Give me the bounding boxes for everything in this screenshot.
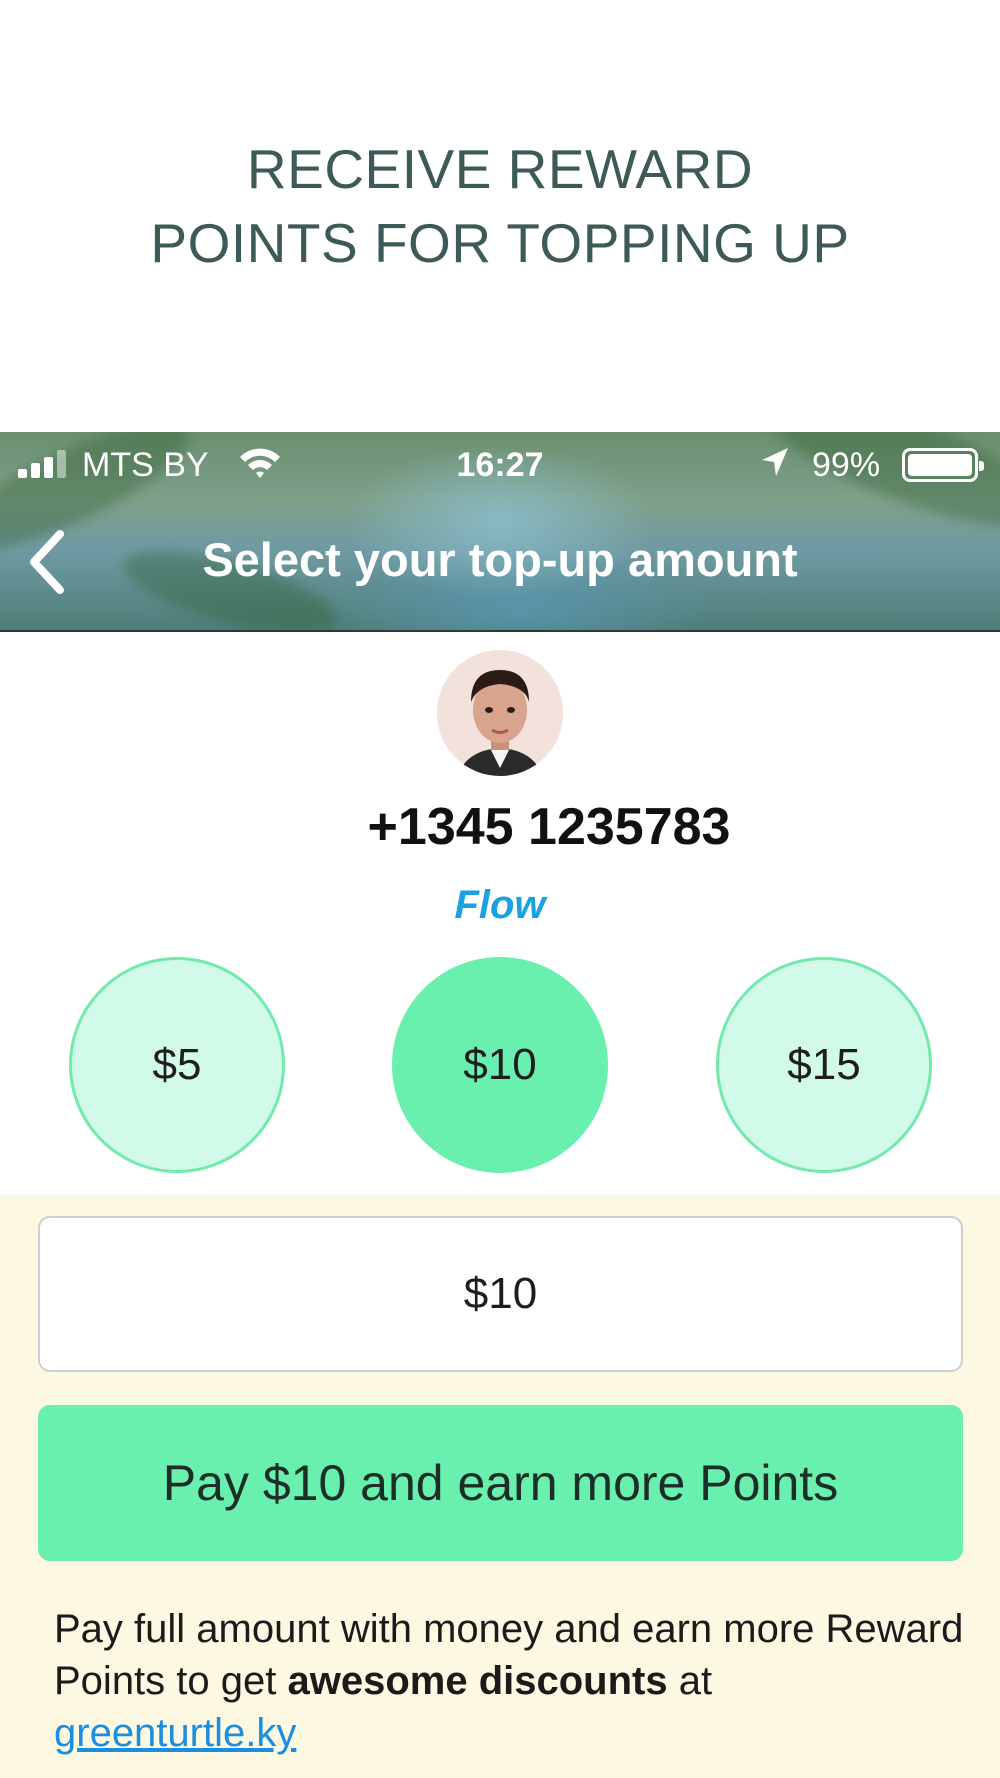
contact-avatar [437, 650, 563, 776]
battery-percent: 99% [812, 446, 881, 484]
status-bar: MTS BY 16:27 99% [0, 432, 1000, 498]
page-title: Select your top-up amount [202, 533, 798, 586]
greenturtle-link[interactable]: greenturtle.ky [54, 1711, 296, 1755]
amount-option-15[interactable]: $15 [716, 957, 932, 1173]
payment-panel: Pay $10 and earn more Points Pay full am… [0, 1195, 1000, 1778]
location-arrow-icon [762, 448, 788, 476]
app-header: MTS BY 16:27 99% Select your top-up amou… [0, 432, 1000, 632]
amount-option-10[interactable]: $10 [392, 957, 608, 1173]
info-text-bold: awesome discounts [287, 1659, 668, 1703]
battery-icon [902, 448, 984, 482]
operator-name: Flow [454, 883, 546, 927]
contact-phone-number: +1345 1235783 [367, 798, 731, 856]
amount-option-5[interactable]: $5 [69, 957, 285, 1173]
rewards-info-text: Pay full amount with money and earn more… [54, 1603, 974, 1759]
promo-heading-line-2: POINTS FOR TOPPING UP [150, 212, 850, 274]
pay-button[interactable]: Pay $10 and earn more Points [38, 1405, 963, 1561]
promo-heading-line-1: RECEIVE REWARD [246, 138, 754, 200]
amount-input[interactable] [38, 1216, 963, 1372]
promo-heading: RECEIVE REWARD POINTS FOR TOPPING UP [0, 132, 1000, 280]
info-text-end: at [667, 1659, 713, 1703]
